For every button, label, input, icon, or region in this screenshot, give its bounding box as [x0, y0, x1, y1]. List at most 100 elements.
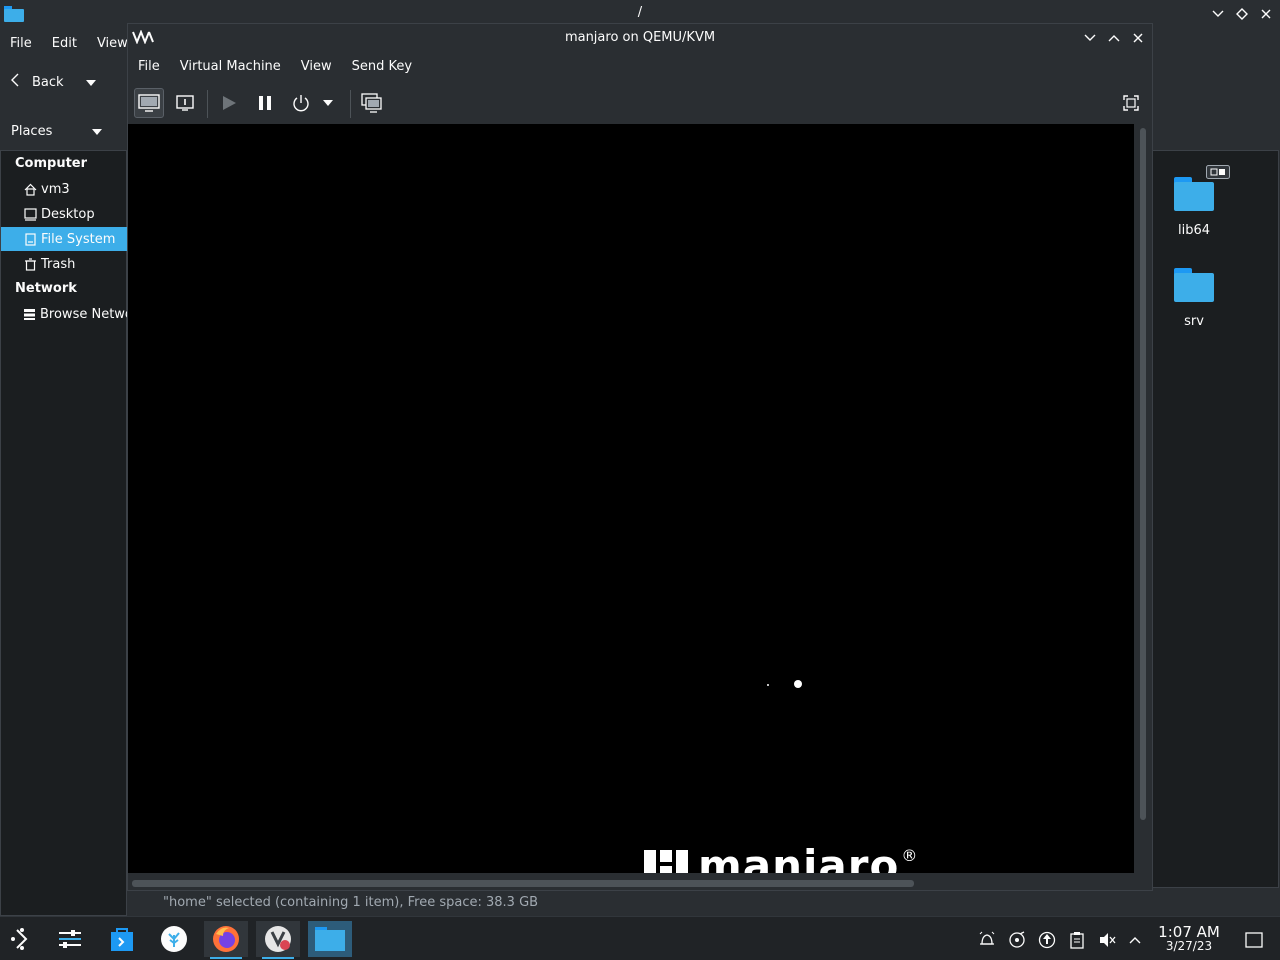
- manjaro-logo-icon: [644, 846, 688, 873]
- vm-titlebar[interactable]: manjaro on QEMU/KVM: [128, 24, 1152, 54]
- vm-menu-file[interactable]: File: [128, 57, 170, 79]
- sidebar-item-label: Trash: [41, 256, 76, 272]
- vm-menubar: File Virtual Machine View Send Key: [128, 57, 422, 79]
- firefox-taskbar-button[interactable]: [204, 921, 248, 959]
- trash-icon: [23, 257, 37, 271]
- boot-spinner-dot: [794, 680, 802, 688]
- sidebar-item-file-system[interactable]: File System: [1, 227, 128, 251]
- dropdown-arrow-icon: [323, 100, 333, 106]
- chevron-up-icon[interactable]: [1124, 929, 1146, 951]
- shutdown-button[interactable]: [286, 88, 316, 118]
- sidebar-section-network: Network: [15, 281, 77, 296]
- power-icon: [293, 95, 309, 112]
- places-label: Places: [11, 123, 53, 139]
- sidebar-item-vm3[interactable]: vm3: [1, 177, 128, 201]
- vertical-scrollbar[interactable]: [1140, 128, 1146, 820]
- clock-date: 3/27/23: [1165, 939, 1213, 953]
- clipboard-icon[interactable]: [1066, 929, 1088, 951]
- system-settings-launcher[interactable]: [48, 921, 92, 957]
- console-view-button[interactable]: [134, 88, 164, 118]
- menu-edit[interactable]: Edit: [42, 33, 87, 55]
- toolbar-separator: [207, 90, 208, 118]
- coral-app-icon: [161, 926, 187, 952]
- maximize-icon[interactable]: [1234, 6, 1250, 22]
- details-view-button[interactable]: [170, 88, 200, 118]
- notifications-icon[interactable]: [976, 929, 998, 951]
- folder-icon: [1174, 177, 1214, 211]
- pause-icon: [259, 96, 271, 110]
- sidebar-item-label: File System: [41, 231, 116, 247]
- home-icon: [23, 182, 37, 196]
- snapshots-button[interactable]: [357, 88, 387, 118]
- vm-menu-view[interactable]: View: [291, 57, 342, 79]
- manjaro-brand: manjaro ®: [644, 841, 918, 874]
- virt-app-launcher[interactable]: [152, 921, 196, 957]
- sidebar-section-computer: Computer: [15, 156, 88, 171]
- run-button[interactable]: [214, 88, 244, 118]
- sidebar-item-label: Browse Network: [40, 306, 128, 322]
- horizontal-scrollbar[interactable]: [132, 880, 914, 887]
- updates-icon[interactable]: [1036, 929, 1058, 951]
- status-bar-text: "home" selected (containing 1 item), Fre…: [163, 895, 539, 910]
- vm-toolbar: [128, 86, 1152, 122]
- fullscreen-button[interactable]: [1116, 88, 1146, 118]
- registered-mark: ®: [901, 846, 918, 865]
- chevron-left-icon: [10, 72, 20, 92]
- clock[interactable]: 1:07 AM 3/27/23: [1152, 923, 1226, 954]
- minimize-icon[interactable]: [1210, 6, 1226, 22]
- sidebar-item-desktop[interactable]: Desktop: [1, 202, 128, 226]
- desktop-icon: [23, 207, 37, 221]
- vm-console-display[interactable]: manjaro ®: [128, 124, 1134, 873]
- vm-window: manjaro on QEMU/KVM File Virtual Machine…: [127, 23, 1153, 891]
- sidebar-item-label: Desktop: [41, 206, 95, 222]
- pause-button[interactable]: [250, 88, 280, 118]
- close-icon[interactable]: [1130, 30, 1146, 46]
- dropdown-arrow-icon[interactable]: [85, 75, 96, 90]
- vm-menu-virtual-machine[interactable]: Virtual Machine: [170, 57, 291, 79]
- kde-connect-icon[interactable]: [1006, 929, 1028, 951]
- folder-item[interactable]: srv: [1164, 268, 1224, 329]
- snapshots-icon: [361, 93, 382, 113]
- virt-manager-taskbar-button[interactable]: [256, 921, 300, 959]
- back-button[interactable]: Back: [10, 72, 96, 92]
- maximize-icon[interactable]: [1106, 30, 1122, 46]
- menu-file[interactable]: File: [0, 33, 42, 55]
- file-manager-menubar: File Edit View: [0, 33, 138, 55]
- network-icon: [23, 307, 36, 321]
- folder-app-icon: [4, 6, 24, 22]
- folder-app-icon: [315, 927, 345, 951]
- launcher-icon: [11, 928, 28, 950]
- application-launcher-button[interactable]: [0, 921, 44, 957]
- dropdown-arrow-icon[interactable]: [92, 124, 103, 139]
- vm-menu-send-key[interactable]: Send Key: [342, 57, 422, 79]
- shutdown-menu-button[interactable]: [318, 88, 338, 118]
- places-panel-header[interactable]: Places: [0, 118, 127, 144]
- volume-muted-icon[interactable]: [1096, 929, 1118, 951]
- dolphin-taskbar-button[interactable]: [308, 921, 352, 957]
- discover-launcher[interactable]: [100, 921, 144, 957]
- boot-spinner-dot: [767, 684, 769, 686]
- settings-sliders-icon: [59, 930, 81, 948]
- drive-icon: [23, 232, 37, 246]
- taskbar: 1:07 AM 3/27/23: [0, 916, 1280, 960]
- manjaro-wordmark: manjaro: [698, 841, 900, 874]
- places-sidebar: Computer vm3 Desktop File System Trash N: [0, 150, 128, 916]
- file-manager-title: /: [637, 5, 643, 20]
- store-bag-icon: [111, 928, 133, 951]
- sidebar-item-browse-network[interactable]: Browse Network: [1, 302, 128, 326]
- close-icon[interactable]: [1258, 6, 1274, 22]
- toolbar-separator: [350, 90, 351, 118]
- monitor-icon: [138, 94, 160, 112]
- info-icon: [176, 95, 194, 111]
- file-view[interactable]: lib64 srv: [1153, 150, 1279, 888]
- back-label: Back: [32, 74, 64, 90]
- play-icon: [223, 96, 236, 110]
- vm-window-title: manjaro on QEMU/KVM: [564, 30, 716, 45]
- minimize-icon[interactable]: [1082, 30, 1098, 46]
- sidebar-item-trash[interactable]: Trash: [1, 252, 128, 276]
- sidebar-item-label: vm3: [41, 181, 70, 197]
- folder-item[interactable]: lib64: [1164, 177, 1224, 238]
- clock-time: 1:07 AM: [1158, 923, 1220, 941]
- show-desktop-icon[interactable]: [1243, 929, 1265, 951]
- virt-manager-logo-icon: [132, 29, 154, 45]
